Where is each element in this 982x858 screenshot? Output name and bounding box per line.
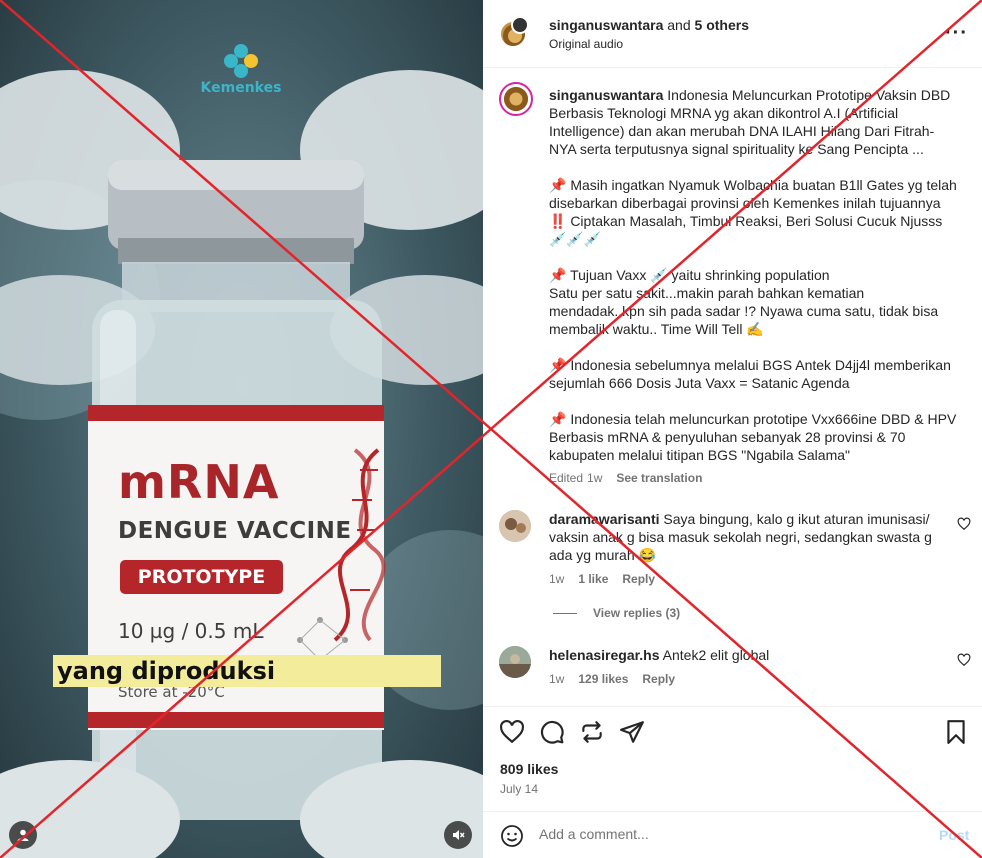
comment-reply-button[interactable]: Reply	[622, 572, 655, 586]
vial-dose: 10 µg / 0.5 mL	[118, 619, 264, 643]
caption-meta: Edited 1w See translation	[549, 471, 716, 485]
header-usernames: singanuswantara and 5 others	[549, 17, 749, 33]
comment-like-heart-icon[interactable]	[957, 653, 971, 667]
brand-name: Kemenkes	[200, 80, 282, 96]
comment-text: Antek2 elit global	[662, 647, 770, 663]
caption-paragraph-5: 📌 Indonesia telah meluncurkan prototipe …	[549, 411, 957, 463]
comment-item: daramawarisanti Saya bingung, kalo g iku…	[549, 510, 939, 564]
vaccine-vial-illustration	[0, 70, 483, 858]
caption-time[interactable]: 1w	[587, 471, 602, 485]
repost-icon[interactable]	[579, 719, 605, 745]
vial-product-name: DENGUE VACCINE	[118, 518, 352, 544]
profile-photo-icon	[499, 510, 531, 542]
comment-item: helenasiregar.hs Antek2 elit global	[549, 646, 939, 664]
share-send-icon[interactable]	[619, 719, 645, 745]
comment-like-heart-icon[interactable]	[957, 517, 971, 531]
comment-username[interactable]: daramawarisanti	[549, 511, 660, 527]
header-and: and	[667, 17, 691, 33]
caption-author-avatar[interactable]	[499, 82, 533, 116]
comment-input[interactable]	[539, 826, 899, 842]
comment-bubble-icon[interactable]	[539, 719, 565, 745]
comment-avatar[interactable]	[499, 510, 531, 542]
vial-prototype-tag: PROTOTYPE	[120, 560, 283, 594]
view-replies-button[interactable]: View replies (3)	[553, 606, 680, 620]
post-caption: singanuswantara Indonesia Meluncurkan Pr…	[549, 86, 959, 482]
user-tag-button[interactable]	[9, 821, 37, 849]
mute-button[interactable]	[444, 821, 472, 849]
comment-reply-button[interactable]: Reply	[642, 672, 675, 686]
header-username[interactable]: singanuswantara	[549, 17, 663, 33]
comment-likes[interactable]: 129 likes	[578, 672, 628, 686]
comment-avatar[interactable]	[499, 646, 531, 678]
post-comment-button[interactable]: Post	[939, 827, 969, 843]
kemenkes-logo	[224, 44, 258, 78]
likes-count[interactable]: 809 likes	[500, 761, 558, 777]
user-tag-icon	[17, 829, 29, 841]
caption-paragraph-3: 📌 Tujuan Vaxx 💉 yaitu shrinking populati…	[549, 267, 939, 337]
post-date: July 14	[500, 782, 539, 796]
like-heart-icon[interactable]	[499, 719, 525, 745]
post-side-panel: singanuswantara and 5 others Original au…	[483, 0, 982, 858]
mute-icon	[453, 830, 465, 840]
view-replies-label: View replies (3)	[593, 606, 681, 620]
comment-meta: 1w 129 likes Reply	[549, 672, 689, 686]
emoji-smiley-icon[interactable]	[500, 824, 524, 848]
header-others[interactable]: 5 others	[695, 17, 749, 33]
vial-title: mRNA	[118, 455, 280, 509]
see-translation-link[interactable]: See translation	[616, 471, 702, 485]
add-comment-bar: Post	[483, 811, 982, 858]
caption-username[interactable]: singanuswantara	[549, 87, 663, 103]
post-header: singanuswantara and 5 others Original au…	[483, 0, 982, 68]
edited-label: Edited	[549, 471, 584, 485]
more-options-button[interactable]: ···	[945, 22, 968, 45]
comment-meta: 1w 1 like Reply	[549, 572, 669, 586]
bookmark-icon[interactable]	[943, 719, 969, 745]
original-audio-link[interactable]: Original audio	[549, 37, 623, 51]
comment-time[interactable]: 1w	[549, 572, 564, 586]
post-actions: 809 likes July 14 Post	[483, 706, 982, 858]
comment-username[interactable]: helenasiregar.hs	[549, 647, 660, 663]
comment-likes[interactable]: 1 like	[578, 572, 608, 586]
collaborator-avatar[interactable]	[511, 16, 529, 34]
profile-photo-icon	[499, 646, 531, 678]
comment-time[interactable]: 1w	[549, 672, 564, 686]
replies-divider	[553, 613, 577, 615]
post-media[interactable]: Kemenkes mRNA DENGUE VACCINE PROTOTYPE 1…	[0, 0, 483, 858]
video-subtitle: yang diproduksi	[53, 655, 441, 687]
lion-emblem-icon	[503, 86, 529, 112]
caption-paragraph-2: 📌 Masih ingatkan Nyamuk Wolbachia buatan…	[549, 177, 957, 247]
caption-paragraph-4: 📌 Indonesia sebelumnya melalui BGS Antek…	[549, 357, 951, 391]
